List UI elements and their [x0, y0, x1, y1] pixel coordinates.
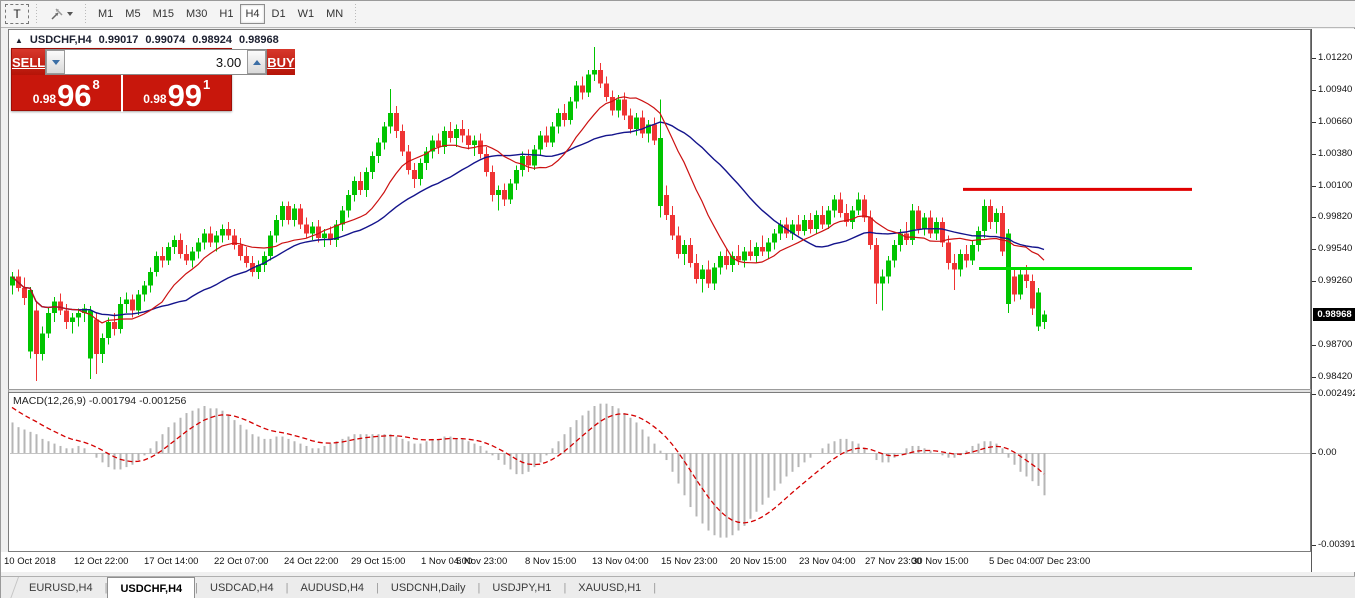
triangle-down-icon: [52, 60, 60, 65]
chevron-down-icon: [67, 12, 73, 16]
buy-price-pip: 1: [203, 77, 210, 92]
ohlc-open: 0.99017: [99, 34, 139, 46]
price-axis-label: 0.99540: [1318, 243, 1352, 254]
date-axis-label: 17 Oct 14:00: [144, 556, 198, 567]
triangle-up-icon: [253, 60, 261, 65]
chart-tab-xauusd[interactable]: XAUUSD,H1: [566, 577, 653, 598]
sell-quote[interactable]: 0.98 96 8: [12, 75, 121, 112]
current-price-tag: 0.98968: [1313, 308, 1355, 321]
price-axis-tick: [1312, 186, 1316, 187]
date-axis-label: 13 Nov 04:00: [592, 556, 649, 567]
toolbar: T M1M5M15M30H1H4D1W1MN: [1, 1, 1355, 28]
timeframe-button-d1[interactable]: D1: [267, 4, 291, 24]
toolbar-separator: [353, 4, 358, 24]
price-axis-label: 1.00380: [1318, 148, 1352, 159]
date-axis-label: 22 Oct 07:00: [214, 556, 268, 567]
price-axis-tick: [1312, 217, 1316, 218]
timeframe-button-h1[interactable]: H1: [214, 4, 238, 24]
price-axis-tick: [1312, 345, 1316, 346]
price-axis-tick: [1312, 154, 1316, 155]
date-axis[interactable]: 10 Oct 2018 12 Oct 22:00 17 Oct 14:00 22 Oc…: [1, 552, 1311, 572]
drawing-tools-button[interactable]: [44, 4, 78, 24]
macd-axis-label: 0.002492: [1318, 388, 1355, 399]
price-axis-tick: [1312, 281, 1316, 282]
chart-tab-audusd[interactable]: AUDUSD,H4: [288, 577, 376, 598]
macd-axis-label: -0.003913: [1318, 539, 1355, 550]
toolbar-separator: [83, 4, 88, 24]
price-axis-label: 0.99260: [1318, 275, 1352, 286]
timeframe-button-m1[interactable]: M1: [93, 4, 118, 24]
chart-tab-usdcnh[interactable]: USDCNH,Daily: [379, 577, 478, 598]
date-axis-label: 29 Oct 15:00: [351, 556, 405, 567]
macd-axis-tick: [1312, 545, 1316, 546]
price-axis-tick: [1312, 377, 1316, 378]
date-axis-label: 10 Oct 2018: [4, 556, 56, 567]
price-axis-label: 0.99820: [1318, 211, 1352, 222]
sell-price-pip: 8: [93, 77, 100, 92]
price-axis-tick: [1312, 122, 1316, 123]
price-axis-label: 1.01220: [1318, 52, 1352, 63]
ohlc-low: 0.98924: [192, 34, 232, 46]
macd-indicator-label: MACD(12,26,9) -0.001794 -0.001256: [13, 395, 186, 407]
price-axis-tick: [1312, 90, 1316, 91]
date-axis-label: 30 Nov 15:00: [912, 556, 969, 567]
buy-button[interactable]: BUY: [267, 49, 294, 75]
date-axis-label: 12 Oct 22:00: [74, 556, 128, 567]
timeframe-button-m15[interactable]: M15: [148, 4, 179, 24]
buy-price-prefix: 0.98: [143, 92, 166, 106]
sell-price-main: 96: [57, 81, 91, 110]
date-axis-label: 8 Nov 15:00: [525, 556, 576, 567]
price-axis[interactable]: 0.98968 1.01220 1.00940 1.00660 1.00380 1.00…: [1311, 29, 1355, 572]
macd-axis-label: 0.00: [1318, 447, 1337, 458]
timeframe-button-h4[interactable]: H4: [240, 4, 264, 24]
trading-terminal-window: T M1M5M15M30H1H4D1W1MN ▲ USDCHF,H4 0.990…: [0, 0, 1355, 598]
chart-tab-usdjpy[interactable]: USDJPY,H1: [480, 577, 563, 598]
date-axis-label: 5 Dec 04:00: [989, 556, 1040, 567]
date-axis-label: 20 Nov 15:00: [730, 556, 787, 567]
timeframe-button-group: M1M5M15M30H1H4D1W1MN: [92, 4, 349, 24]
price-axis-label: 0.98700: [1318, 339, 1352, 350]
price-axis-label: 1.00100: [1318, 180, 1352, 191]
buy-quote[interactable]: 0.98 99 1: [123, 75, 232, 112]
timeframe-button-m30[interactable]: M30: [181, 4, 212, 24]
price-axis-label: 1.00660: [1318, 116, 1352, 127]
volume-stepper: [45, 49, 267, 75]
timeframe-button-m5[interactable]: M5: [120, 4, 145, 24]
volume-decrease-button[interactable]: [46, 50, 65, 74]
price-axis-label: 0.98420: [1318, 371, 1352, 382]
date-axis-label: 23 Nov 04:00: [799, 556, 856, 567]
macd-axis-tick: [1312, 394, 1316, 395]
price-axis-tick: [1312, 58, 1316, 59]
chart-tab-eurusd[interactable]: EURUSD,H4: [17, 577, 105, 598]
tab-separator: |: [653, 577, 656, 598]
sell-price-prefix: 0.98: [33, 92, 56, 106]
macd-axis-tick: [1312, 453, 1316, 454]
date-axis-label: 24 Oct 22:00: [284, 556, 338, 567]
chart-title: ▲ USDCHF,H4 0.99017 0.99074 0.98924 0.98…: [15, 34, 279, 46]
collapse-arrow-icon: ▲: [15, 36, 23, 45]
chart-tab-usdchf[interactable]: USDCHF,H4: [107, 577, 195, 598]
price-axis-tick: [1312, 249, 1316, 250]
diagonal-arrows-icon: [50, 7, 64, 21]
chart-tab-usdcad[interactable]: USDCAD,H4: [198, 577, 286, 598]
date-axis-label: 7 Dec 23:00: [1039, 556, 1090, 567]
chart-symbol-label: USDCHF,H4: [30, 34, 92, 46]
volume-input[interactable]: [65, 50, 247, 74]
buy-price-main: 99: [168, 81, 202, 110]
one-click-trade-widget: SELL BUY 0.98 96 8 0.98 99: [11, 48, 232, 111]
ohlc-high: 0.99074: [145, 34, 185, 46]
text-tool-button[interactable]: T: [5, 4, 29, 24]
timeframe-button-w1[interactable]: W1: [293, 4, 320, 24]
toolbar-separator: [34, 4, 39, 24]
timeframe-button-mn[interactable]: MN: [321, 4, 348, 24]
chart-tab-bar: EURUSD,H4|USDCHF,H4|USDCAD,H4|AUDUSD,H4|…: [1, 576, 1355, 598]
ohlc-close: 0.98968: [239, 34, 279, 46]
date-axis-label: 5 Nov 23:00: [456, 556, 507, 567]
date-axis-label: 15 Nov 23:00: [661, 556, 718, 567]
sell-button[interactable]: SELL: [12, 49, 45, 75]
volume-increase-button[interactable]: [247, 50, 266, 74]
price-axis-label: 1.00940: [1318, 84, 1352, 95]
